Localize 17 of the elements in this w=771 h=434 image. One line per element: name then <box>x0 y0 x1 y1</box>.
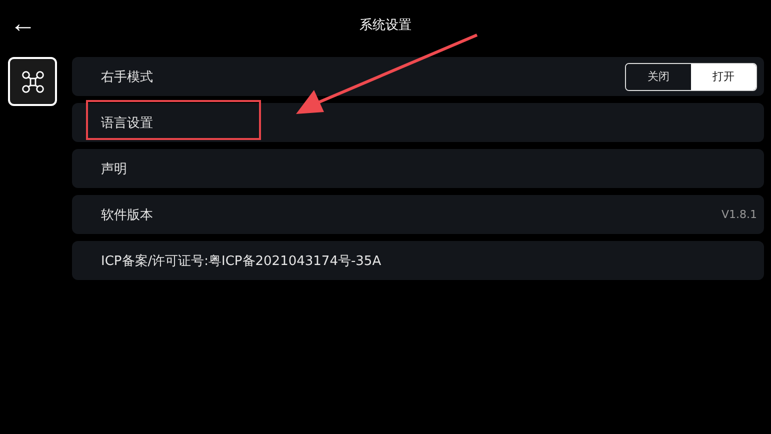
settings-row[interactable]: ICP备案/许可证号:粤ICP备2021043174号-35A <box>72 241 764 280</box>
settings-row[interactable]: 右手模式 关闭 打开 <box>72 57 764 96</box>
page-title: 系统设置 <box>360 17 412 34</box>
row-label: ICP备案/许可证号:粤ICP备2021043174号-35A <box>101 252 382 270</box>
settings-row[interactable]: 软件版本 V1.8.1 <box>72 195 764 234</box>
row-label: 右手模式 <box>101 68 153 86</box>
row-label: 语言设置 <box>101 114 153 132</box>
version-value: V1.8.1 <box>721 208 757 221</box>
drone-tab[interactable] <box>8 57 57 106</box>
row-label: 软件版本 <box>101 206 153 224</box>
settings-row[interactable]: 语言设置 <box>72 103 764 142</box>
row-label: 声明 <box>101 160 127 178</box>
drone-icon <box>20 70 44 94</box>
back-button[interactable]: ← <box>10 10 36 36</box>
switch-option[interactable]: 打开 <box>691 64 756 90</box>
settings-row[interactable]: 声明 <box>72 149 764 188</box>
mode-switch[interactable]: 关闭 打开 <box>625 62 757 90</box>
